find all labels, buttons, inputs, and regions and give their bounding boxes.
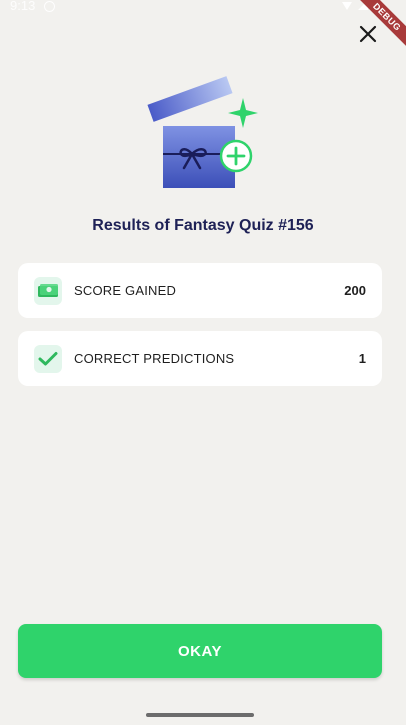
score-gained-value: 200 [344, 283, 366, 298]
close-button[interactable] [354, 20, 382, 48]
correct-predictions-label: CORRECT PREDICTIONS [74, 351, 235, 366]
gift-box-illustration [140, 70, 270, 195]
page-title: Results of Fantasy Quiz #156 [92, 217, 314, 234]
money-bill-icon [34, 277, 62, 305]
status-bar: 9:13 [0, 0, 406, 14]
close-icon [359, 25, 377, 43]
result-card-score: SCORE GAINED 200 [18, 263, 382, 318]
status-time: 9:13 [10, 0, 36, 13]
result-card-correct-predictions: CORRECT PREDICTIONS 1 [18, 331, 382, 386]
okay-button[interactable]: OKAY [18, 624, 382, 678]
do-not-disturb-icon [44, 1, 55, 12]
score-gained-label: SCORE GAINED [74, 283, 177, 298]
correct-predictions-value: 1 [358, 351, 366, 366]
home-indicator[interactable] [146, 713, 254, 717]
gift-box-icon [147, 76, 258, 188]
check-icon [34, 345, 62, 373]
wifi-icon [342, 2, 352, 10]
